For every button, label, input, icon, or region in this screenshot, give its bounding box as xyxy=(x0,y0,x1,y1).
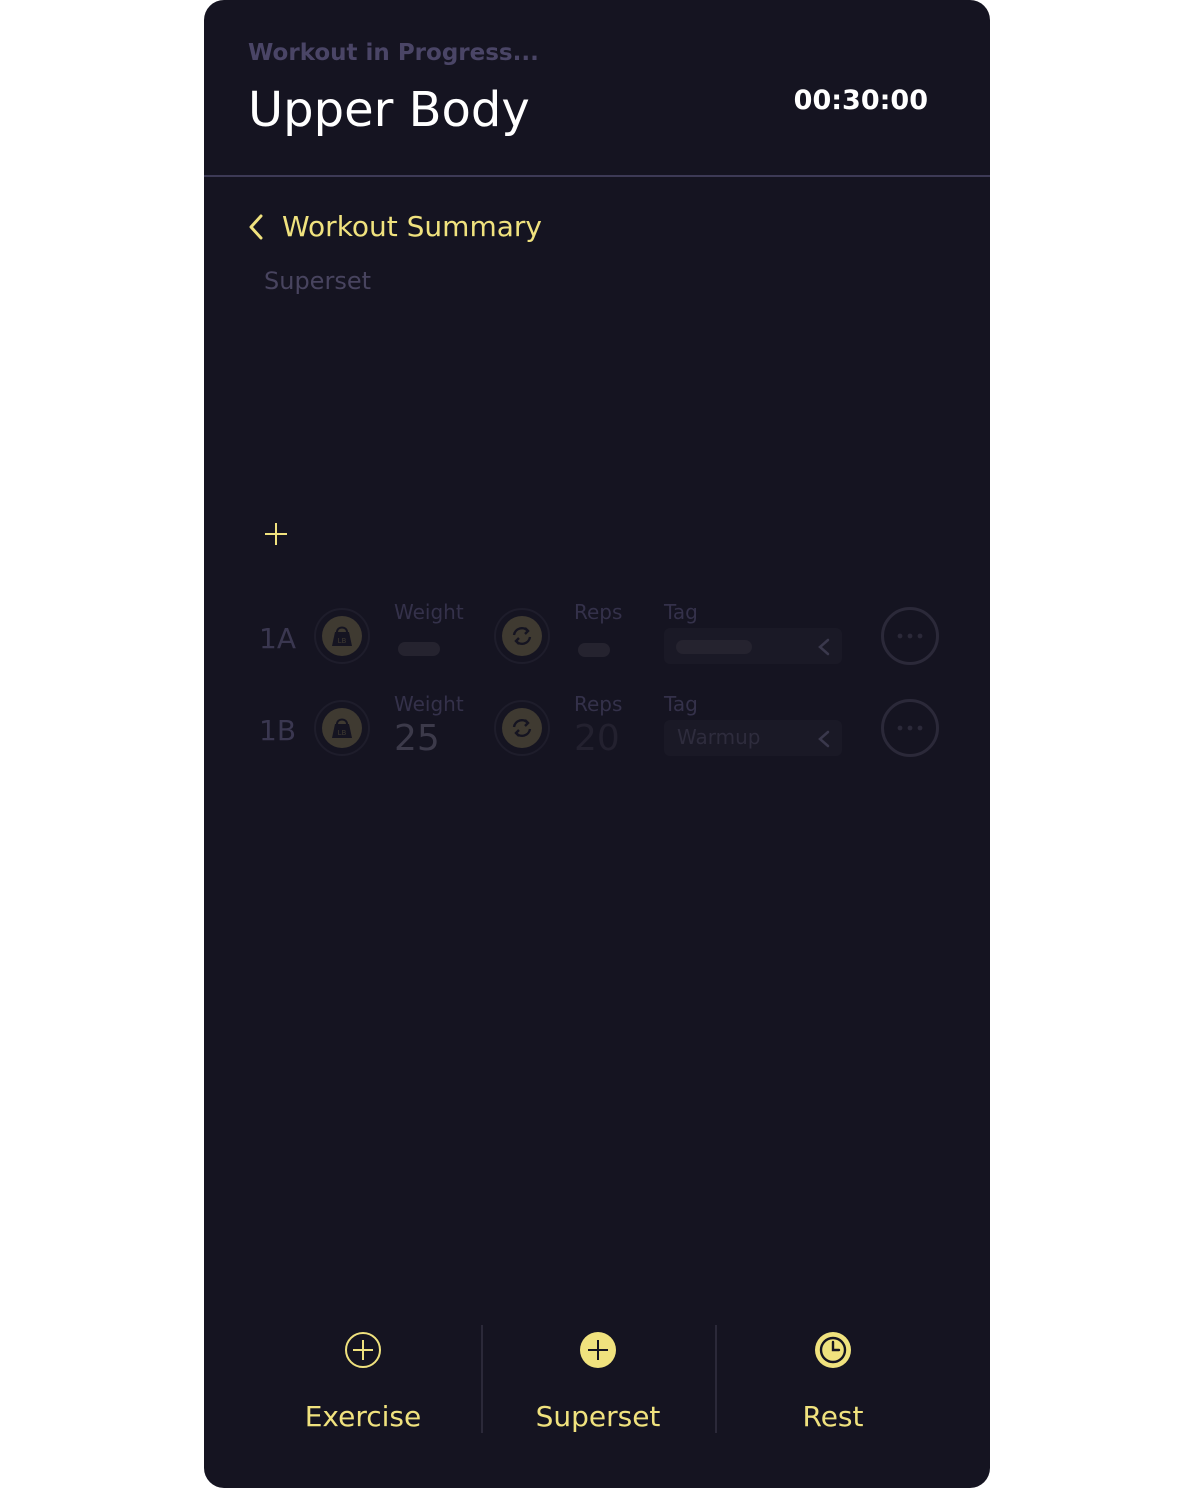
reps-label: Reps xyxy=(574,600,623,624)
more-options-button[interactable] xyxy=(881,699,939,757)
tag-label: Tag xyxy=(664,600,698,624)
repeat-icon xyxy=(512,627,532,645)
tag-placeholder xyxy=(676,640,752,654)
chevron-left-icon xyxy=(249,214,263,239)
set-row: 1A LB Weight Reps Tag xyxy=(204,600,990,670)
superset-label: Superset xyxy=(535,1400,661,1433)
repeat-icon xyxy=(512,719,532,737)
back-to-summary-link[interactable]: Workout Summary xyxy=(248,210,542,243)
rest-label: Rest xyxy=(802,1400,864,1433)
add-superset-button[interactable]: Superset xyxy=(481,1320,715,1440)
reps-button[interactable] xyxy=(494,608,550,664)
weight-button[interactable]: LB xyxy=(314,700,370,756)
set-row: 1B LB Weight 25 Reps 20 Tag Warmup xyxy=(204,692,990,762)
workout-status: Workout in Progress... xyxy=(248,40,539,66)
superset-heading: Superset xyxy=(264,267,371,295)
exercise-label: Exercise xyxy=(304,1400,422,1433)
page-title: Upper Body xyxy=(248,82,530,138)
tag-select[interactable] xyxy=(664,628,842,664)
more-options-button[interactable] xyxy=(881,607,939,665)
reps-value[interactable]: 20 xyxy=(574,718,620,759)
weight-button[interactable]: LB xyxy=(314,608,370,664)
workout-timer: 00:30:00 xyxy=(793,85,928,116)
chevron-left-icon xyxy=(818,730,830,748)
back-link-label: Workout Summary xyxy=(282,210,542,243)
plus-icon xyxy=(265,523,287,545)
add-rest-button[interactable]: Rest xyxy=(716,1320,950,1440)
plus-circle-filled-icon xyxy=(580,1332,616,1368)
reps-field[interactable] xyxy=(578,643,610,657)
reps-label: Reps xyxy=(574,692,623,716)
set-id: 1B xyxy=(259,714,297,747)
reps-button[interactable] xyxy=(494,700,550,756)
set-id: 1A xyxy=(259,622,296,655)
add-set-button[interactable] xyxy=(264,520,288,548)
svg-text:LB: LB xyxy=(338,637,347,645)
kettlebell-icon: LB xyxy=(332,718,352,738)
kettlebell-icon: LB xyxy=(332,626,352,646)
add-exercise-button[interactable]: Exercise xyxy=(246,1320,480,1440)
bottom-action-bar: Exercise Superset Rest xyxy=(204,1320,990,1440)
more-dots-icon xyxy=(897,633,923,639)
weight-label: Weight xyxy=(394,692,464,716)
weight-value[interactable]: 25 xyxy=(394,718,440,759)
clock-icon xyxy=(815,1332,851,1368)
plus-circle-outline-icon xyxy=(345,1332,381,1368)
svg-text:LB: LB xyxy=(338,729,347,737)
more-dots-icon xyxy=(897,725,923,731)
tag-label: Tag xyxy=(664,692,698,716)
tag-value: Warmup xyxy=(677,725,761,749)
weight-label: Weight xyxy=(394,600,464,624)
workout-screen: Workout in Progress... Upper Body 00:30:… xyxy=(204,0,990,1488)
header: Workout in Progress... Upper Body 00:30:… xyxy=(204,0,990,177)
chevron-left-icon xyxy=(818,638,830,656)
tag-select[interactable]: Warmup xyxy=(664,720,842,756)
weight-field[interactable] xyxy=(398,642,440,656)
